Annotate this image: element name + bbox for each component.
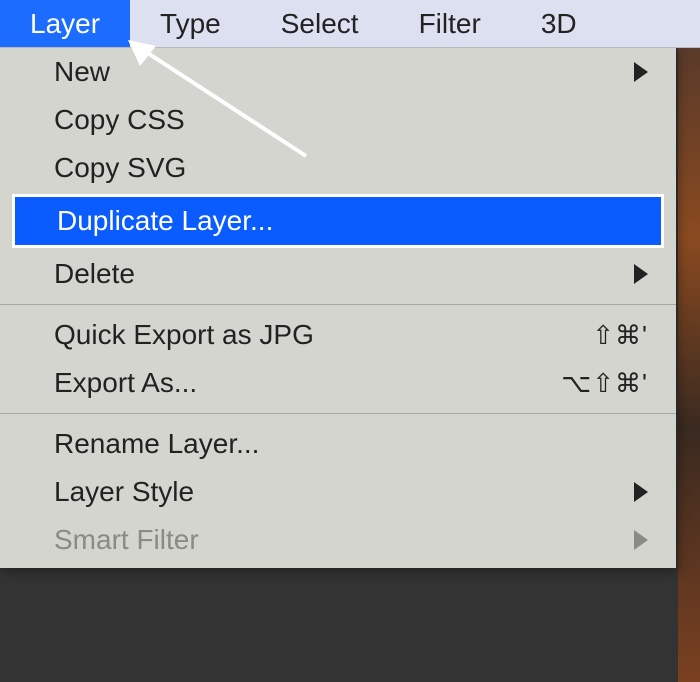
menu-item-new[interactable]: New <box>0 48 676 96</box>
submenu-arrow-icon <box>634 62 648 82</box>
submenu-arrow-icon <box>634 264 648 284</box>
submenu-arrow-icon <box>634 530 648 550</box>
menu-item-label: Copy CSS <box>54 104 185 136</box>
menubar-item-3d[interactable]: 3D <box>511 0 607 47</box>
menu-item-quick-export[interactable]: Quick Export as JPG ⇧⌘' <box>0 311 676 359</box>
menu-shortcut: ⇧⌘' <box>592 320 648 351</box>
menubar-item-layer[interactable]: Layer <box>0 0 130 47</box>
menu-separator <box>0 304 676 305</box>
menu-separator <box>0 413 676 414</box>
menu-item-smart-filter: Smart Filter <box>0 516 676 564</box>
menu-item-label: Rename Layer... <box>54 428 259 460</box>
menu-item-layer-style[interactable]: Layer Style <box>0 468 676 516</box>
menu-item-export-as[interactable]: Export As... ⌥⇧⌘' <box>0 359 676 407</box>
menu-shortcut: ⌥⇧⌘' <box>561 368 648 399</box>
menu-item-copy-css[interactable]: Copy CSS <box>0 96 676 144</box>
menu-item-rename-layer[interactable]: Rename Layer... <box>0 420 676 468</box>
menubar-item-type[interactable]: Type <box>130 0 251 47</box>
menu-item-copy-svg[interactable]: Copy SVG <box>0 144 676 192</box>
canvas-sliver <box>678 48 700 682</box>
menu-item-label: Smart Filter <box>54 524 199 556</box>
menu-item-label: Delete <box>54 258 135 290</box>
menu-item-label: Export As... <box>54 367 197 399</box>
menubar-item-filter[interactable]: Filter <box>389 0 511 47</box>
menu-item-duplicate-layer[interactable]: Duplicate Layer... <box>12 194 664 248</box>
layer-dropdown-menu: New Copy CSS Copy SVG Duplicate Layer...… <box>0 48 676 568</box>
menu-item-label: Layer Style <box>54 476 194 508</box>
menu-item-label: Quick Export as JPG <box>54 319 314 351</box>
menu-item-delete[interactable]: Delete <box>0 250 676 298</box>
menubar: Layer Type Select Filter 3D <box>0 0 700 48</box>
menu-item-label: New <box>54 56 110 88</box>
menu-item-label: Duplicate Layer... <box>57 205 273 237</box>
submenu-arrow-icon <box>634 482 648 502</box>
menu-item-label: Copy SVG <box>54 152 186 184</box>
menubar-item-select[interactable]: Select <box>251 0 389 47</box>
